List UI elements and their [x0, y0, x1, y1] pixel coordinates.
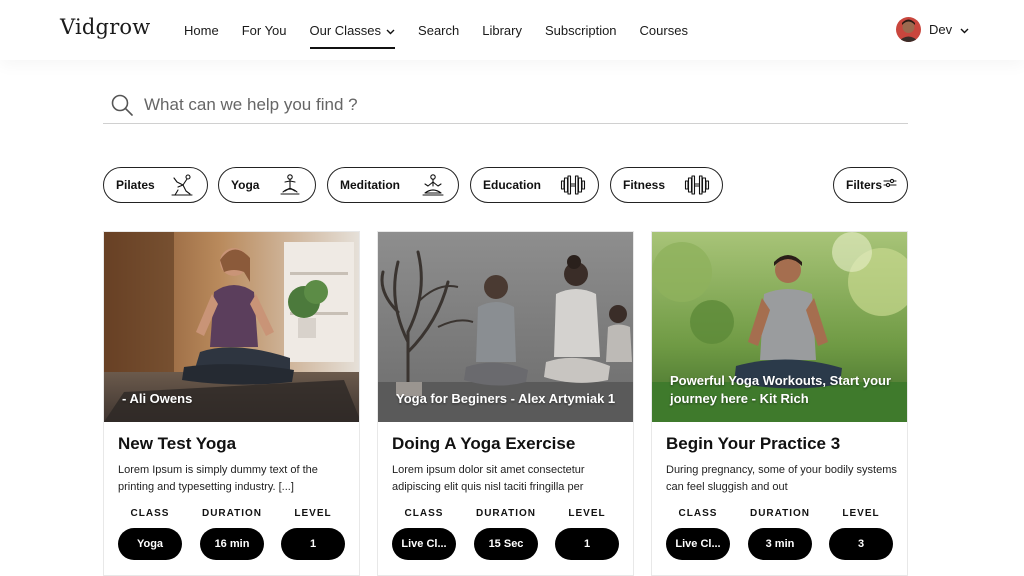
category-chip-label: Meditation [340, 178, 400, 192]
class-title: New Test Yoga [118, 434, 237, 453]
nav-for-you-label: For You [241, 22, 287, 38]
nav-subscription-label: Subscription [545, 22, 617, 38]
class-description: Lorem Ipsum is simply dummy text of the … [118, 464, 318, 493]
duration-label: DURATION [475, 508, 537, 519]
duration-pill: 3 min [748, 528, 812, 560]
class-label: CLASS [404, 508, 444, 519]
level-pill: 1 [555, 528, 619, 560]
chevron-down-icon [386, 23, 395, 38]
nav-library[interactable]: Library [482, 0, 522, 60]
category-chip-label: Yoga [231, 178, 260, 192]
meditation-icon [420, 172, 446, 198]
main-nav: Home For You Our Classes Search Library … [184, 0, 711, 60]
class-description: Lorem ipsum dolor sit amet consectetur a… [392, 464, 585, 493]
user-name: Dev [929, 22, 953, 37]
sliders-icon [883, 176, 897, 194]
class-thumbnail: Powerful Yoga Workouts, Start your journ… [652, 232, 907, 422]
nav-courses-label: Courses [639, 22, 688, 38]
category-chip-label: Education [483, 178, 542, 192]
class-type-pill: Live Cl... [392, 528, 456, 560]
class-card[interactable]: Powerful Yoga Workouts, Start your journ… [651, 231, 908, 576]
duration-label: DURATION [201, 508, 263, 519]
level-pill: 3 [829, 528, 893, 560]
category-chip-label: Fitness [623, 178, 666, 192]
filters-label: Filters [846, 178, 883, 192]
nav-for-you[interactable]: For You [242, 0, 287, 60]
nav-home-label: Home [184, 22, 219, 38]
class-card[interactable]: - Ali Owens New Test Yoga Lorem Ipsum is… [103, 231, 360, 576]
class-description: During pregnancy, some of your bodily sy… [666, 464, 897, 493]
filters-button[interactable]: Filters [833, 167, 908, 203]
avatar [896, 17, 921, 42]
yoga-icon [277, 172, 303, 198]
category-chip-yoga[interactable]: Yoga [218, 167, 316, 203]
nav-search[interactable]: Search [418, 0, 459, 60]
nav-courses[interactable]: Courses [640, 0, 688, 60]
nav-library-label: Library [482, 22, 522, 38]
duration-pill: 15 Sec [474, 528, 538, 560]
search-input[interactable] [144, 94, 844, 115]
class-type-pill: Live Cl... [666, 528, 730, 560]
search-icon [110, 93, 134, 117]
nav-our-classes[interactable]: Our Classes [309, 0, 396, 60]
class-thumbnail: Yoga for Beginers - Alex Artymiak 1 [378, 232, 633, 422]
duration-pill: 16 min [200, 528, 264, 560]
category-chip-education[interactable]: Education [470, 167, 599, 203]
category-chip-label: Pilates [116, 178, 155, 192]
level-pill: 1 [281, 528, 345, 560]
class-caption: Yoga for Beginers - Alex Artymiak 1 [396, 391, 616, 406]
duration-label: DURATION [749, 508, 811, 519]
nav-search-label: Search [418, 22, 460, 38]
class-type-pill: Yoga [118, 528, 182, 560]
user-menu[interactable]: Dev [896, 17, 969, 42]
level-label: LEVEL [294, 508, 332, 519]
top-header: Vidgrow Home For You Our Classes Search … [0, 0, 1024, 60]
nav-our-classes-label: Our Classes [309, 22, 382, 38]
logo[interactable]: Vidgrow [60, 15, 150, 39]
category-chip-pilates[interactable]: Pilates [103, 167, 208, 203]
class-title: Doing A Yoga Exercise [392, 434, 576, 453]
dumbbell-icon [684, 172, 710, 198]
class-thumbnail: - Ali Owens [104, 232, 359, 422]
class-label: CLASS [678, 508, 718, 519]
dumbbell-icon [560, 172, 586, 198]
class-caption: Powerful Yoga Workouts, Start your journ… [670, 373, 892, 406]
chevron-down-icon [960, 21, 969, 39]
category-chip-fitness[interactable]: Fitness [610, 167, 723, 203]
category-chip-meditation[interactable]: Meditation [327, 167, 459, 203]
pilates-icon [169, 172, 195, 198]
class-title: Begin Your Practice 3 [666, 434, 841, 453]
nav-subscription[interactable]: Subscription [545, 0, 617, 60]
class-caption: - Ali Owens [122, 391, 193, 406]
level-label: LEVEL [842, 508, 880, 519]
nav-home[interactable]: Home [184, 0, 219, 60]
class-card[interactable]: Yoga for Beginers - Alex Artymiak 1 Doin… [377, 231, 634, 576]
level-label: LEVEL [568, 508, 606, 519]
search-bar [103, 86, 908, 124]
class-label: CLASS [130, 508, 170, 519]
